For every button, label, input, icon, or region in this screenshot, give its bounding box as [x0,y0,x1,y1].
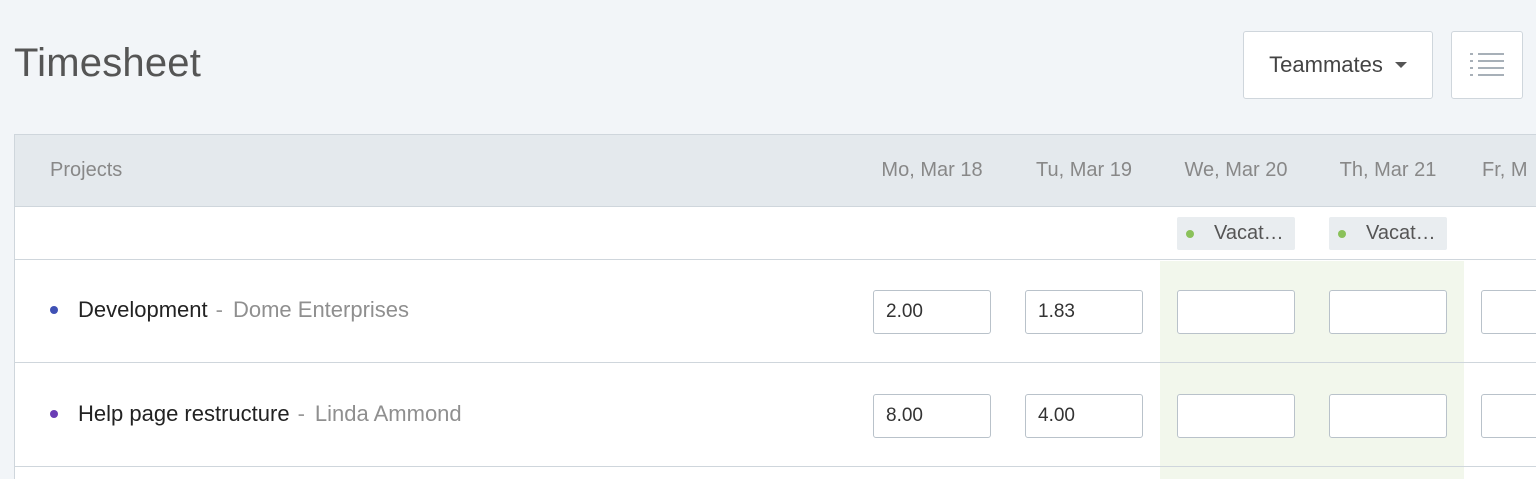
project-separator: - [297,401,305,426]
project-color-dot-icon [50,410,58,418]
table-row: Development - Dome Enterprises [15,260,1536,363]
hours-input-tue[interactable] [1025,394,1143,438]
chevron-down-icon [1394,62,1407,68]
client-name: Dome Enterprises [232,297,410,322]
hours-input-thu[interactable] [1329,394,1447,438]
project-cell: Development - Dome Enterprises [50,297,409,323]
day-header-wed: We, Mar 20 [1184,159,1288,181]
client-name: Linda Ammond [314,401,462,426]
teammates-label: Teammates [1269,52,1383,77]
hours-input-fri[interactable] [1481,290,1536,334]
list-view-button[interactable] [1451,31,1523,99]
vacation-badge[interactable]: Vacat… [1329,217,1447,250]
vacation-badge[interactable]: Vacat… [1177,217,1295,250]
list-icon [1470,53,1504,76]
vacation-dot-icon [1338,229,1346,238]
projects-column-header: Projects [50,159,123,181]
project-color-dot-icon [50,306,58,314]
timesheet-table: Projects Mo, Mar 18 Tu, Mar 19 We, Mar 2… [14,134,1536,479]
project-separator: - [215,297,223,322]
day-header-mon: Mo, Mar 18 [881,159,983,181]
table-row: Help page restructure - Linda Ammond [15,364,1536,467]
vacation-label: Vacat… [1214,222,1284,244]
time-off-row: Vacat… Vacat… [15,207,1536,260]
day-header-fri: Fr, M [1482,159,1528,181]
hours-input-wed[interactable] [1177,290,1295,334]
hours-input-wed[interactable] [1177,394,1295,438]
hours-input-mon[interactable] [873,290,991,334]
hours-input-tue[interactable] [1025,290,1143,334]
day-header-thu: Th, Mar 21 [1339,159,1437,181]
table-header: Projects Mo, Mar 18 Tu, Mar 19 We, Mar 2… [15,135,1536,207]
hours-input-fri[interactable] [1481,394,1536,438]
hours-input-mon[interactable] [873,394,991,438]
project-cell: Help page restructure - Linda Ammond [50,401,462,427]
vacation-label: Vacat… [1366,222,1436,244]
project-name[interactable]: Help page restructure [78,401,290,427]
project-name[interactable]: Development [78,297,208,323]
hours-input-thu[interactable] [1329,290,1447,334]
day-header-tue: Tu, Mar 19 [1036,159,1132,181]
teammates-dropdown[interactable]: Teammates [1243,31,1433,99]
vacation-dot-icon [1186,229,1194,238]
page-title: Timesheet [14,41,202,85]
